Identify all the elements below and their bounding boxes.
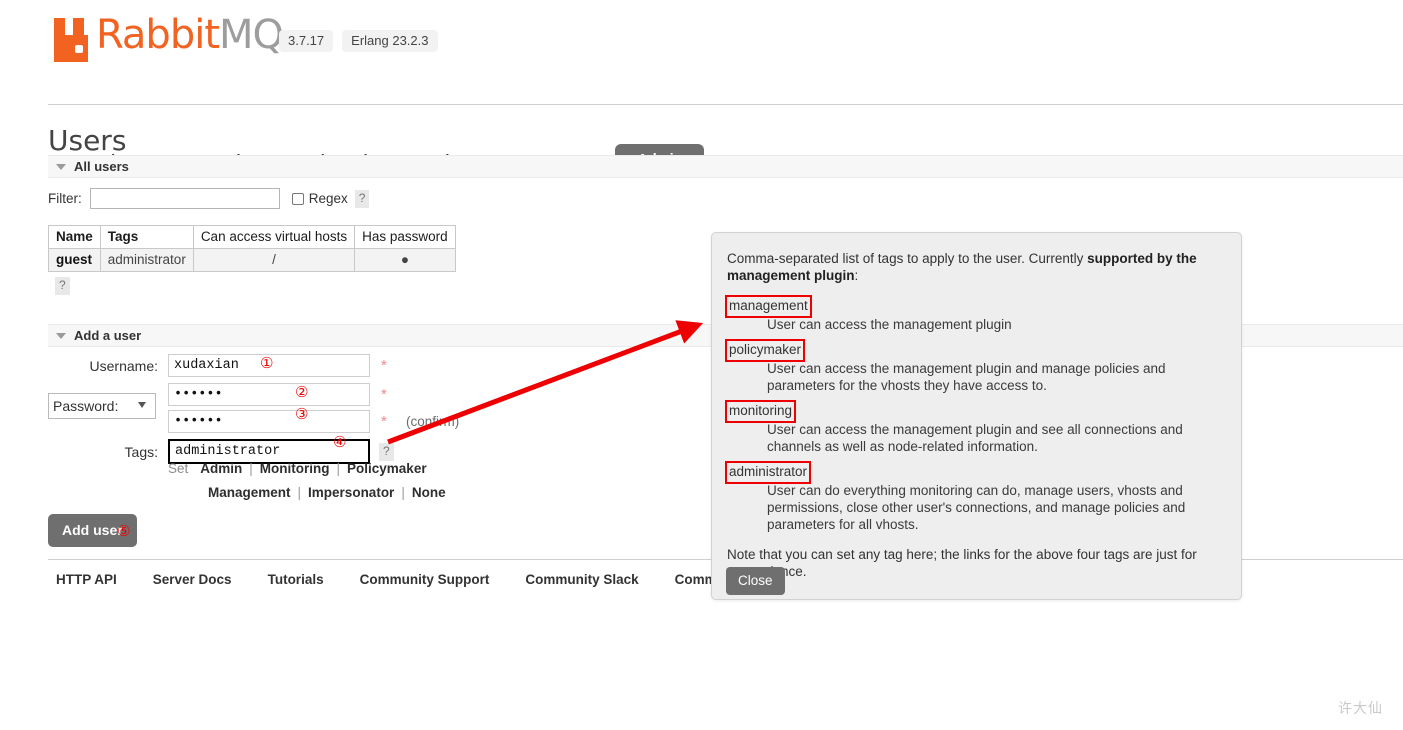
footer-link-tutorials[interactable]: Tutorials — [268, 572, 324, 587]
regex-help-icon[interactable]: ? — [354, 189, 370, 208]
footer-link-http-api[interactable]: HTTP API — [56, 572, 117, 587]
footer-link-server-docs[interactable]: Server Docs — [153, 572, 232, 587]
set-link-management[interactable]: Management — [208, 485, 291, 500]
popup-intro-part1: Comma-separated list of tags to apply to… — [727, 251, 1088, 266]
rabbit-logo-icon — [52, 18, 92, 62]
tags-help-popup: Comma-separated list of tags to apply to… — [711, 232, 1242, 600]
section-header-all-users[interactable]: All users — [48, 155, 1403, 178]
popup-intro-part2: : — [854, 268, 859, 283]
popup-tag-def-monitoring: User can access the management plugin an… — [767, 422, 1183, 454]
set-links-line-1: Set Admin | Monitoring | Policymaker — [168, 457, 446, 481]
page-title: Users — [48, 124, 127, 157]
column-header-name[interactable]: Name — [48, 225, 101, 249]
password-type-select-wrap: Password: Password hash: — [48, 393, 158, 419]
set-link-monitoring[interactable]: Monitoring — [260, 461, 330, 476]
version-badge: 3.7.17 — [279, 30, 334, 52]
popup-tag-def-management: User can access the management plugin — [767, 317, 1012, 332]
collapse-caret-icon — [56, 332, 66, 339]
cell-user-has-password: ● — [354, 248, 456, 272]
separator: | — [249, 461, 253, 476]
users-table: Name Tags Can access virtual hosts Has p… — [48, 225, 456, 272]
nav-bottom-rule — [48, 104, 1403, 105]
column-header-has-password[interactable]: Has password — [354, 225, 456, 249]
separator: | — [336, 461, 341, 476]
logo-word-mq: MQ — [219, 12, 284, 58]
username-input[interactable] — [168, 354, 370, 377]
regex-label: Regex — [308, 191, 348, 206]
add-user-form: Username: * Password: Password hash: * — [48, 352, 459, 467]
cell-user-name[interactable]: guest — [48, 248, 101, 272]
footer-link-community-support[interactable]: Community Support — [360, 572, 490, 587]
logo-wordmark: RabbitMQ™ — [96, 12, 295, 65]
app-header: RabbitMQ™ 3.7.17 Erlang 23.2.3 — [0, 0, 1403, 68]
version-badges: 3.7.17 Erlang 23.2.3 — [279, 30, 438, 52]
required-marker: * — [381, 413, 387, 430]
popup-note: Note that you can set any tag here; the … — [727, 547, 1197, 579]
table-row[interactable]: guest administrator / ● — [48, 248, 456, 272]
logo-word-rabbit: Rabbit — [96, 12, 220, 58]
set-links-line-2: Management | Impersonator | None — [208, 481, 446, 505]
column-header-vhosts[interactable]: Can access virtual hosts — [192, 225, 356, 249]
section-label-all-users: All users — [74, 159, 129, 174]
popup-tag-term-management: management — [725, 295, 812, 318]
footer-link-community-slack[interactable]: Community Slack — [525, 572, 638, 587]
set-word-label: Set — [168, 461, 189, 476]
cell-user-vhosts: / — [192, 248, 356, 272]
regex-checkbox[interactable] — [291, 192, 304, 205]
username-row: Username: * — [48, 352, 459, 379]
main-navigation: Overview Connections Channels Exchanges … — [0, 73, 1403, 178]
users-table-header-row: Name Tags Can access virtual hosts Has p… — [48, 225, 456, 249]
password-row: Password: Password hash: * * (confirm) — [48, 381, 459, 435]
footer-links: HTTP API Server Docs Tutorials Community… — [56, 572, 752, 587]
password-confirm-input[interactable] — [168, 410, 370, 433]
set-link-none[interactable]: None — [412, 485, 446, 500]
confirm-note: (confirm) — [406, 414, 460, 429]
popup-tag-term-monitoring: monitoring — [724, 400, 797, 423]
popup-tag-def-policymaker: User can access the management plugin an… — [767, 361, 1166, 393]
popup-close-button[interactable]: Close — [726, 567, 785, 595]
separator: | — [297, 485, 302, 500]
filter-row: Filter: Regex ? — [48, 188, 370, 209]
rabbitmq-logo[interactable]: RabbitMQ™ — [52, 12, 295, 65]
popup-tag-definitions: management User can access the managemen… — [724, 295, 1223, 533]
app-root: RabbitMQ™ 3.7.17 Erlang 23.2.3 Overview … — [0, 0, 1403, 730]
popup-intro-text: Comma-separated list of tags to apply to… — [727, 250, 1223, 284]
set-link-policymaker[interactable]: Policymaker — [347, 461, 427, 476]
tags-label: Tags: — [124, 443, 158, 460]
add-user-button[interactable]: Add user — [48, 514, 137, 547]
column-header-tags[interactable]: Tags — [99, 225, 194, 249]
separator: | — [401, 485, 405, 500]
erlang-version-badge: Erlang 23.2.3 — [342, 30, 438, 52]
popup-tag-term-policymaker: policymaker — [724, 339, 806, 362]
filter-label: Filter: — [48, 191, 82, 206]
section-label-add-user: Add a user — [74, 328, 142, 343]
set-link-impersonator[interactable]: Impersonator — [308, 485, 394, 500]
tag-quick-set-links: Set Admin | Monitoring | Policymaker Manageme… — [168, 457, 446, 505]
password-input[interactable] — [168, 383, 370, 406]
required-marker: * — [381, 357, 387, 374]
required-marker: * — [381, 386, 387, 403]
collapse-caret-icon — [56, 163, 66, 170]
watermark: 许大仙 — [1338, 701, 1383, 717]
filter-input[interactable] — [89, 188, 280, 209]
password-type-select[interactable]: Password: Password hash: — [48, 393, 156, 419]
set-link-admin[interactable]: Admin — [200, 461, 242, 476]
password-fields: * * (confirm) — [168, 381, 459, 435]
cell-user-tags: administrator — [99, 248, 194, 272]
users-table-help-icon[interactable]: ? — [55, 277, 70, 295]
username-label: Username: — [89, 357, 158, 374]
popup-tag-def-administrator: User can do everything monitoring can do… — [767, 483, 1186, 532]
popup-tag-term-administrator: administrator — [724, 461, 812, 484]
